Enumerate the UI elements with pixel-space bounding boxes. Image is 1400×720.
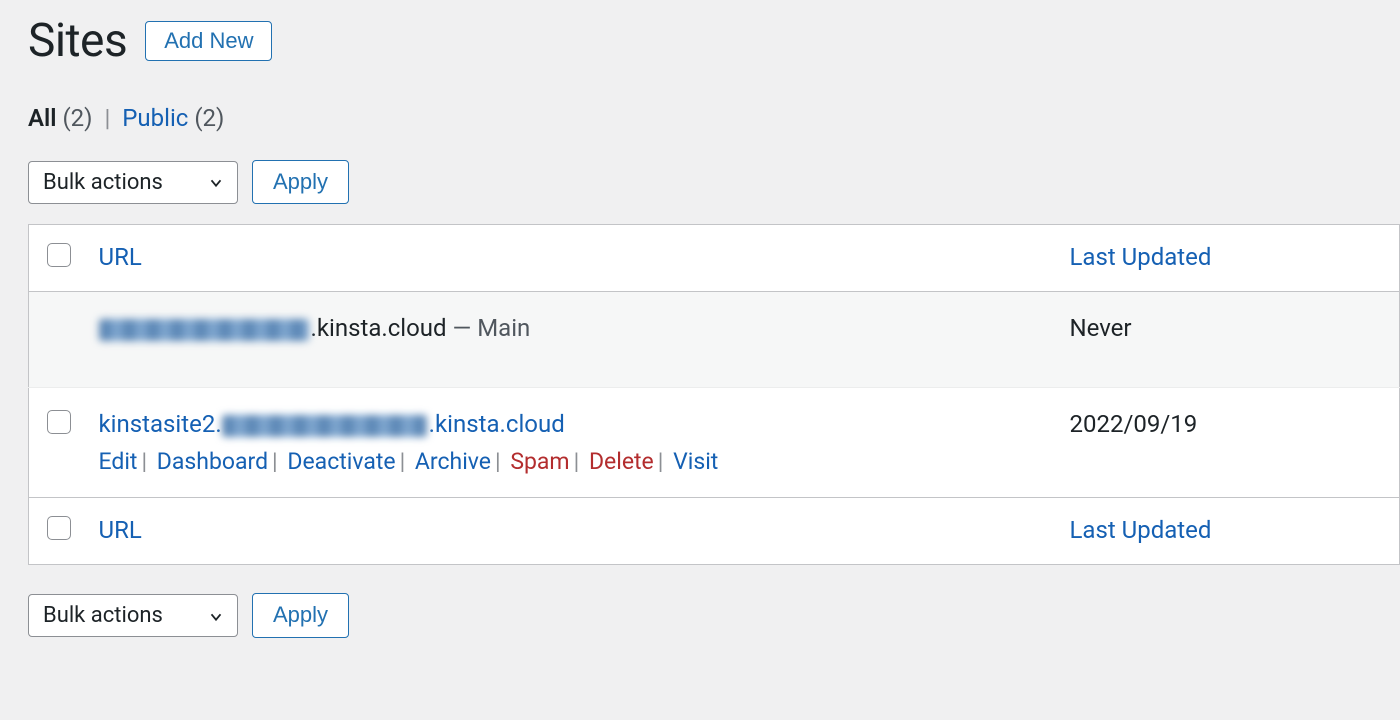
apply-button-top[interactable]: Apply <box>252 160 349 204</box>
filter-separator: | <box>104 104 110 132</box>
site-url-prefix: kinstasite2. <box>99 410 222 438</box>
blurred-text <box>99 319 309 341</box>
table-row: kinstasite2. .kinsta.cloud Edit| Dashboar… <box>29 388 1400 498</box>
filter-all-count: (2) <box>62 104 92 132</box>
chevron-down-icon <box>207 607 225 625</box>
action-delete[interactable]: Delete <box>589 448 654 475</box>
last-updated-value: Never <box>1070 314 1132 342</box>
sites-table: URL Last Updated .kinsta.cloud — Main Ne… <box>28 224 1400 565</box>
select-all-checkbox-bottom[interactable] <box>47 516 71 540</box>
bulk-actions-label: Bulk actions <box>43 603 163 628</box>
column-header-last-updated[interactable]: Last Updated <box>1070 243 1212 271</box>
column-footer-last-updated[interactable]: Last Updated <box>1070 516 1212 544</box>
filter-public-count: (2) <box>194 104 224 132</box>
table-row: .kinsta.cloud — Main Never <box>29 292 1400 388</box>
bulk-actions-label: Bulk actions <box>43 170 163 195</box>
action-spam[interactable]: Spam <box>510 448 569 475</box>
site-url-suffix: .kinsta.cloud <box>429 410 565 438</box>
action-visit[interactable]: Visit <box>673 448 718 475</box>
row-checkbox[interactable] <box>47 410 71 434</box>
row-actions: Edit| Dashboard| Deactivate| Archive| Sp… <box>99 448 1052 475</box>
bulk-actions-select-bottom[interactable]: Bulk actions <box>28 594 238 637</box>
blurred-text <box>222 415 427 437</box>
chevron-down-icon <box>207 173 225 191</box>
action-deactivate[interactable]: Deactivate <box>287 448 395 475</box>
filter-row: All (2) | Public (2) <box>28 104 1400 132</box>
add-new-button[interactable]: Add New <box>145 21 272 61</box>
action-edit[interactable]: Edit <box>99 448 138 475</box>
column-header-url[interactable]: URL <box>99 243 142 271</box>
action-dashboard[interactable]: Dashboard <box>157 448 268 475</box>
site-url[interactable]: .kinsta.cloud <box>311 314 447 342</box>
main-site-tag: — Main <box>447 314 531 342</box>
filter-all-label[interactable]: All <box>28 104 57 132</box>
page-title: Sites <box>28 14 127 68</box>
action-archive[interactable]: Archive <box>415 448 491 475</box>
select-all-checkbox-top[interactable] <box>47 243 71 267</box>
apply-button-bottom[interactable]: Apply <box>252 593 349 637</box>
column-footer-url[interactable]: URL <box>99 516 142 544</box>
last-updated-value: 2022/09/19 <box>1070 410 1198 438</box>
bulk-actions-select[interactable]: Bulk actions <box>28 161 238 204</box>
site-url[interactable]: kinstasite2. .kinsta.cloud <box>99 410 565 438</box>
filter-public-link[interactable]: Public <box>122 104 188 132</box>
